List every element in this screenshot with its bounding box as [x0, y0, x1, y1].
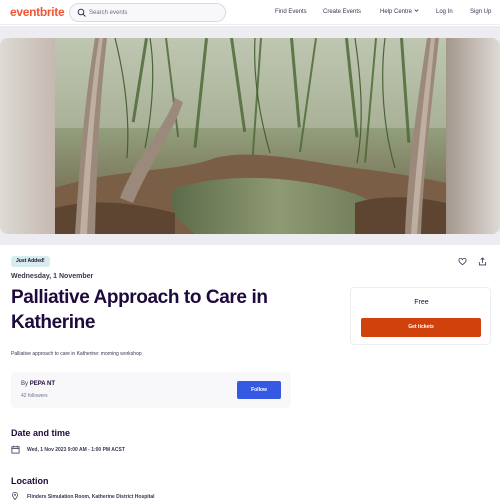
share-icon[interactable]: [478, 257, 487, 266]
ticket-card: Free Get tickets: [350, 287, 491, 345]
search-icon: [77, 8, 86, 17]
organizer-name[interactable]: PEPA NT: [30, 381, 55, 387]
nav-find-events[interactable]: Find Events: [275, 8, 307, 17]
location-heading: Location: [11, 476, 49, 486]
organizer-card: By PEPA NT 42 followers Follow: [11, 372, 291, 408]
organizer-followers: 42 followers: [21, 393, 48, 399]
organizer-line: By PEPA NT: [21, 381, 55, 387]
nav-sign-up[interactable]: Sign Up: [470, 8, 491, 17]
chevron-down-icon: [414, 9, 419, 12]
nav-log-in[interactable]: Log In: [436, 8, 453, 17]
organizer-by-label: By: [21, 381, 29, 387]
event-location[interactable]: Flinders Simulation Room, Katherine Dist…: [27, 494, 155, 500]
date-time-heading: Date and time: [11, 428, 71, 438]
hero-blur-right: [446, 38, 500, 234]
creek-scene-illustration: [55, 38, 446, 234]
hero-banner: [0, 26, 500, 245]
heart-icon[interactable]: [458, 257, 467, 266]
event-hero-image: [55, 38, 446, 234]
nav-help-centre-label: Help Centre: [380, 9, 413, 15]
get-tickets-button[interactable]: Get tickets: [361, 318, 481, 337]
event-date-time: Wed, 1 Nov 2023 9:00 AM - 1:00 PM ACST: [27, 447, 125, 453]
ticket-price: Free: [414, 299, 429, 306]
top-navigation-bar: eventbrite Search events Find Events Cre…: [0, 0, 500, 25]
search-input[interactable]: Search events: [69, 3, 226, 22]
nav-help-centre[interactable]: Help Centre: [380, 8, 419, 17]
follow-button[interactable]: Follow: [237, 381, 281, 399]
nav-create-events[interactable]: Create Events: [323, 8, 361, 17]
calendar-icon: [11, 445, 20, 454]
location-pin-icon: [12, 492, 18, 500]
event-title: Palliative Approach to Care in Katherine: [11, 287, 268, 333]
search-placeholder: Search events: [89, 10, 128, 16]
event-date: Wednesday, 1 November: [11, 273, 94, 280]
eventbrite-logo[interactable]: eventbrite: [10, 5, 65, 19]
hero-blur-left: [0, 38, 55, 234]
just-added-badge: Just Added!: [11, 256, 50, 267]
event-summary: Palliative approach to care in Katherine…: [11, 351, 142, 357]
